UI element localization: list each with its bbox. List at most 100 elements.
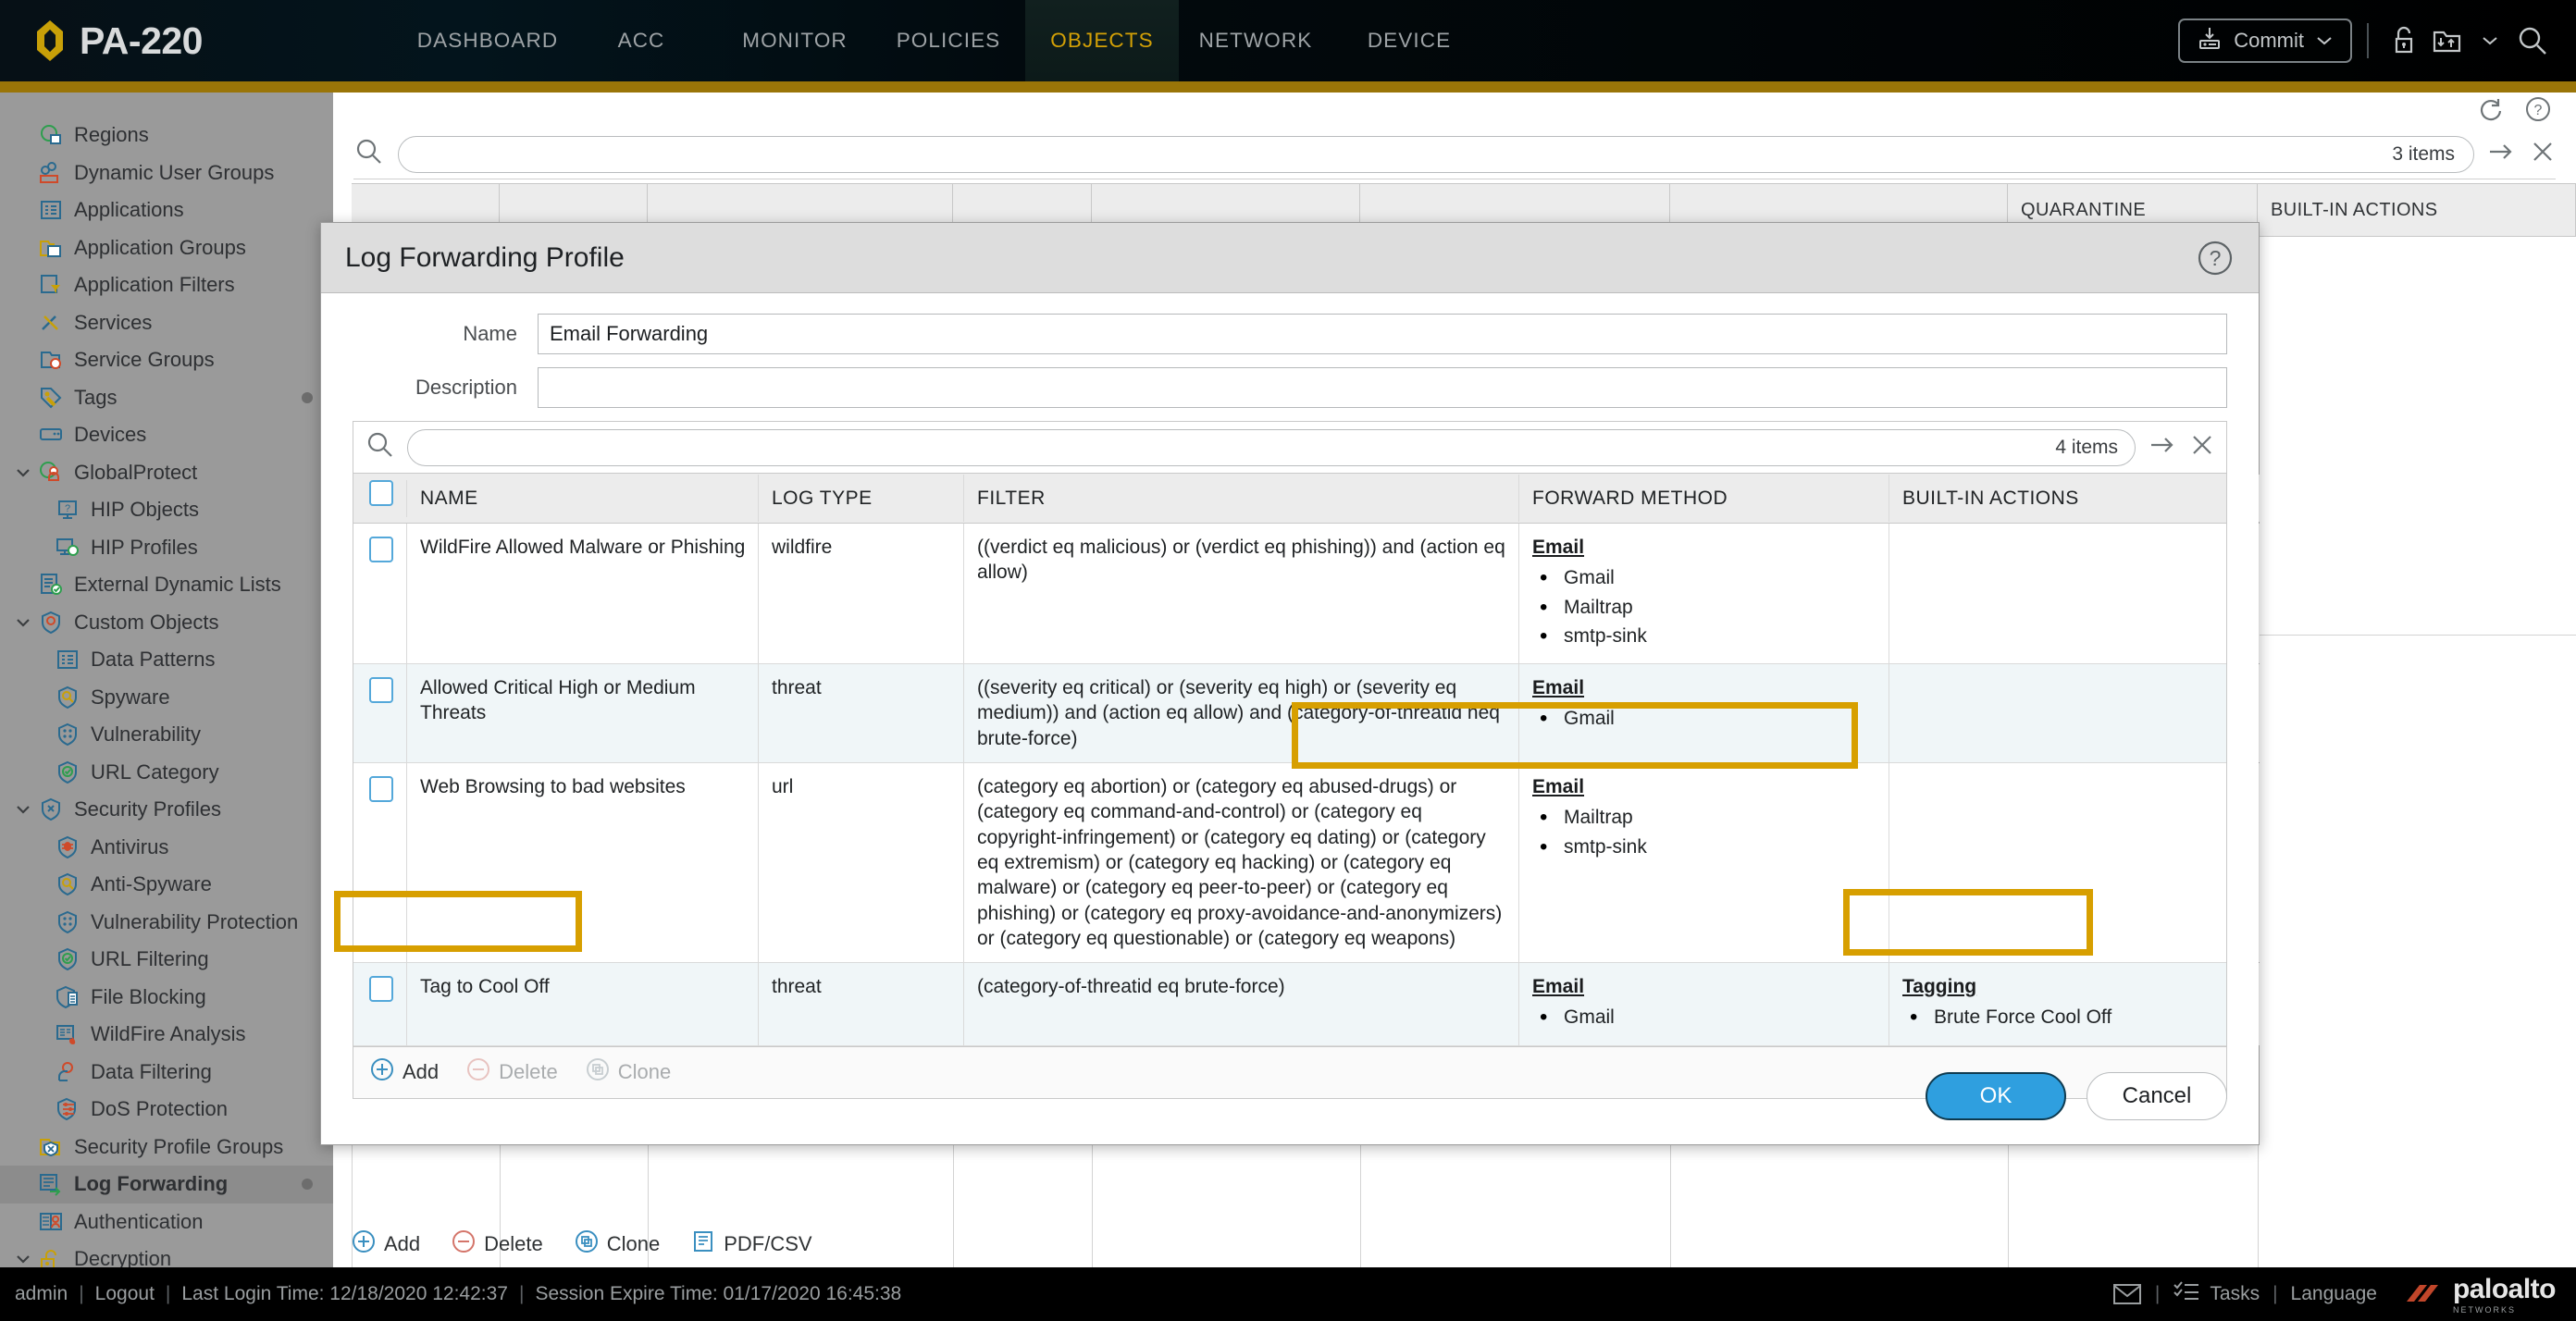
arrow-right-icon[interactable] bbox=[2149, 433, 2176, 462]
commit-icon bbox=[2197, 25, 2223, 56]
sidebar-item-hip-objects[interactable]: ? HIP Objects bbox=[0, 491, 333, 529]
match-list-row[interactable]: Allowed Critical High or Medium Threats t… bbox=[353, 664, 2260, 764]
dialog-clone-button[interactable]: Clone bbox=[586, 1057, 671, 1087]
sidebar-item-wildfire-analysis[interactable]: WildFire Analysis bbox=[0, 1016, 333, 1054]
sidebar-item-file-blocking[interactable]: File Blocking bbox=[0, 979, 333, 1017]
sidebar-item-vulnerability-protection[interactable]: Vulnerability Protection bbox=[0, 904, 333, 942]
main-search-input[interactable]: 3 items bbox=[398, 135, 2474, 173]
sidebar-item-url-filtering[interactable]: URL Filtering bbox=[0, 941, 333, 979]
forward-method-link[interactable]: Email bbox=[1532, 974, 1877, 999]
chevron-down-icon[interactable] bbox=[11, 616, 35, 629]
language-button[interactable]: Language bbox=[2291, 1283, 2377, 1305]
logout-link[interactable]: Logout bbox=[95, 1283, 155, 1305]
nav-tab-acc[interactable]: ACC bbox=[564, 0, 718, 81]
sidebar-item-vulnerability[interactable]: Vulnerability bbox=[0, 716, 333, 754]
arrow-right-icon[interactable] bbox=[2487, 140, 2515, 168]
description-field[interactable] bbox=[538, 367, 2227, 408]
close-icon[interactable] bbox=[2530, 139, 2556, 169]
sidebar-item-data-patterns[interactable]: Data Patterns bbox=[0, 641, 333, 679]
sidebar-item-custom-objects[interactable]: Custom Objects bbox=[0, 604, 333, 642]
clone-button[interactable]: Clone bbox=[575, 1229, 660, 1259]
unlock-icon[interactable] bbox=[2384, 19, 2426, 62]
row-checkbox[interactable] bbox=[368, 976, 393, 1003]
match-list-row[interactable]: Tag to Cool Off threat (category-of-threat… bbox=[353, 963, 2260, 1046]
sidebar-item-dos-protection[interactable]: DoS Protection bbox=[0, 1091, 333, 1129]
column-header-built-in-actions[interactable]: BUILT-IN ACTIONS bbox=[1889, 474, 2260, 523]
sidebar-item-hip-profiles[interactable]: HIP Profiles bbox=[0, 529, 333, 567]
sidebar-item-globalprotect[interactable]: GlobalProtect bbox=[0, 454, 333, 492]
config-transfer-icon[interactable] bbox=[2426, 19, 2469, 62]
nav-tab-monitor[interactable]: MONITOR bbox=[718, 0, 872, 81]
dialog-delete-button[interactable]: Delete bbox=[466, 1057, 558, 1087]
nav-tab-device[interactable]: DEVICE bbox=[1332, 0, 1486, 81]
chevron-down-icon[interactable] bbox=[11, 1253, 35, 1265]
row-checkbox[interactable] bbox=[368, 537, 393, 562]
row-checkbox[interactable] bbox=[368, 677, 393, 704]
help-icon[interactable]: ? bbox=[2196, 239, 2235, 278]
log-forwarding-icon bbox=[35, 1172, 67, 1196]
sidebar-item-anti-spyware[interactable]: Anti-Spyware bbox=[0, 866, 333, 904]
sidebar-item-url-category[interactable]: URL Category bbox=[0, 754, 333, 792]
sidebar-item-authentication[interactable]: Authentication bbox=[0, 1204, 333, 1241]
ok-button[interactable]: OK bbox=[1926, 1072, 2066, 1120]
close-icon[interactable] bbox=[2189, 432, 2215, 463]
svg-text:?: ? bbox=[65, 503, 70, 514]
sidebar-item-dynamic-user-groups[interactable]: Dynamic User Groups bbox=[0, 154, 333, 192]
sidebar-item-antivirus[interactable]: Antivirus bbox=[0, 829, 333, 867]
column-header-forward-method[interactable]: FORWARD METHOD bbox=[1519, 474, 1889, 523]
refresh-icon[interactable] bbox=[2476, 95, 2504, 128]
chevron-down-icon[interactable] bbox=[11, 466, 35, 479]
chevron-down-icon[interactable] bbox=[11, 803, 35, 816]
nav-tab-dashboard[interactable]: DASHBOARD bbox=[411, 0, 564, 81]
column-header-name[interactable]: NAME bbox=[407, 474, 759, 523]
dialog-search-input[interactable]: 4 items bbox=[407, 428, 2136, 466]
sidebar-item-regions[interactable]: Regions bbox=[0, 117, 333, 154]
search-icon[interactable] bbox=[2511, 19, 2554, 62]
dialog-search-bar[interactable]: 4 items bbox=[353, 421, 2227, 473]
name-field[interactable] bbox=[538, 314, 2227, 354]
row-filter-cell: ((verdict eq malicious) or (verdict eq p… bbox=[964, 524, 1519, 664]
tasks-label: Tasks bbox=[2210, 1283, 2260, 1304]
sidebar-item-devices[interactable]: Devices bbox=[0, 416, 333, 454]
sidebar-item-application-filters[interactable]: Application Filters bbox=[0, 266, 333, 304]
column-header-filter[interactable]: FILTER bbox=[964, 474, 1519, 523]
sidebar-item-decryption[interactable]: Decryption bbox=[0, 1241, 333, 1267]
sidebar-item-log-forwarding[interactable]: Log Forwarding bbox=[0, 1166, 333, 1204]
match-list-row[interactable]: WildFire Allowed Malware or Phishing wild… bbox=[353, 524, 2260, 665]
tasks-button[interactable]: Tasks bbox=[2173, 1279, 2260, 1309]
row-checkbox[interactable] bbox=[368, 776, 393, 803]
sidebar-item-tags[interactable]: Tags bbox=[0, 379, 333, 417]
sidebar[interactable]: Regions Dynamic User Groups Applications Ap… bbox=[0, 93, 333, 1267]
sidebar-item-data-filtering[interactable]: Data Filtering bbox=[0, 1054, 333, 1092]
sidebar-item-services[interactable]: Services bbox=[0, 304, 333, 342]
sidebar-item-applications[interactable]: Applications bbox=[0, 191, 333, 229]
sidebar-item-application-groups[interactable]: Application Groups bbox=[0, 229, 333, 267]
match-list-row[interactable]: Web Browsing to bad websites url (category… bbox=[353, 763, 2260, 964]
forward-method-link[interactable]: Email bbox=[1532, 675, 1877, 700]
vendor-name: paloalto bbox=[2452, 1274, 2557, 1304]
select-all-checkbox[interactable] bbox=[368, 479, 393, 506]
sidebar-item-external-dynamic-lists[interactable]: External Dynamic Lists bbox=[0, 566, 333, 604]
add-button[interactable]: Add bbox=[352, 1229, 420, 1259]
nav-tab-objects[interactable]: OBJECTS bbox=[1025, 0, 1179, 81]
column-header-log-type[interactable]: LOG TYPE bbox=[759, 474, 964, 523]
sidebar-item-service-groups[interactable]: Service Groups bbox=[0, 341, 333, 379]
background-column-header[interactable]: BUILT-IN ACTIONS bbox=[2258, 184, 2576, 236]
forward-method-link[interactable]: Email bbox=[1532, 774, 1877, 799]
mail-icon[interactable] bbox=[2112, 1282, 2142, 1306]
nav-tab-policies[interactable]: POLICIES bbox=[872, 0, 1025, 81]
nav-tab-network[interactable]: NETWORK bbox=[1179, 0, 1332, 81]
commit-button[interactable]: Commit bbox=[2178, 19, 2352, 63]
main-search-bar[interactable]: 3 items bbox=[353, 130, 2556, 179]
sidebar-item-security-profile-groups[interactable]: Security Profile Groups bbox=[0, 1129, 333, 1167]
chevron-down-icon[interactable] bbox=[2469, 19, 2511, 62]
cancel-button[interactable]: Cancel bbox=[2087, 1072, 2227, 1120]
delete-button[interactable]: Delete bbox=[452, 1229, 543, 1259]
forward-method-link[interactable]: Email bbox=[1532, 535, 1877, 560]
pdf-csv-button[interactable]: PDF/CSV bbox=[691, 1229, 812, 1259]
sidebar-item-security-profiles[interactable]: Security Profiles bbox=[0, 791, 333, 829]
dialog-add-button[interactable]: Add bbox=[370, 1057, 439, 1087]
sidebar-item-spyware[interactable]: Spyware bbox=[0, 679, 333, 717]
builtin-action-link[interactable]: Tagging bbox=[1902, 974, 2248, 999]
help-icon[interactable]: ? bbox=[2524, 95, 2552, 128]
